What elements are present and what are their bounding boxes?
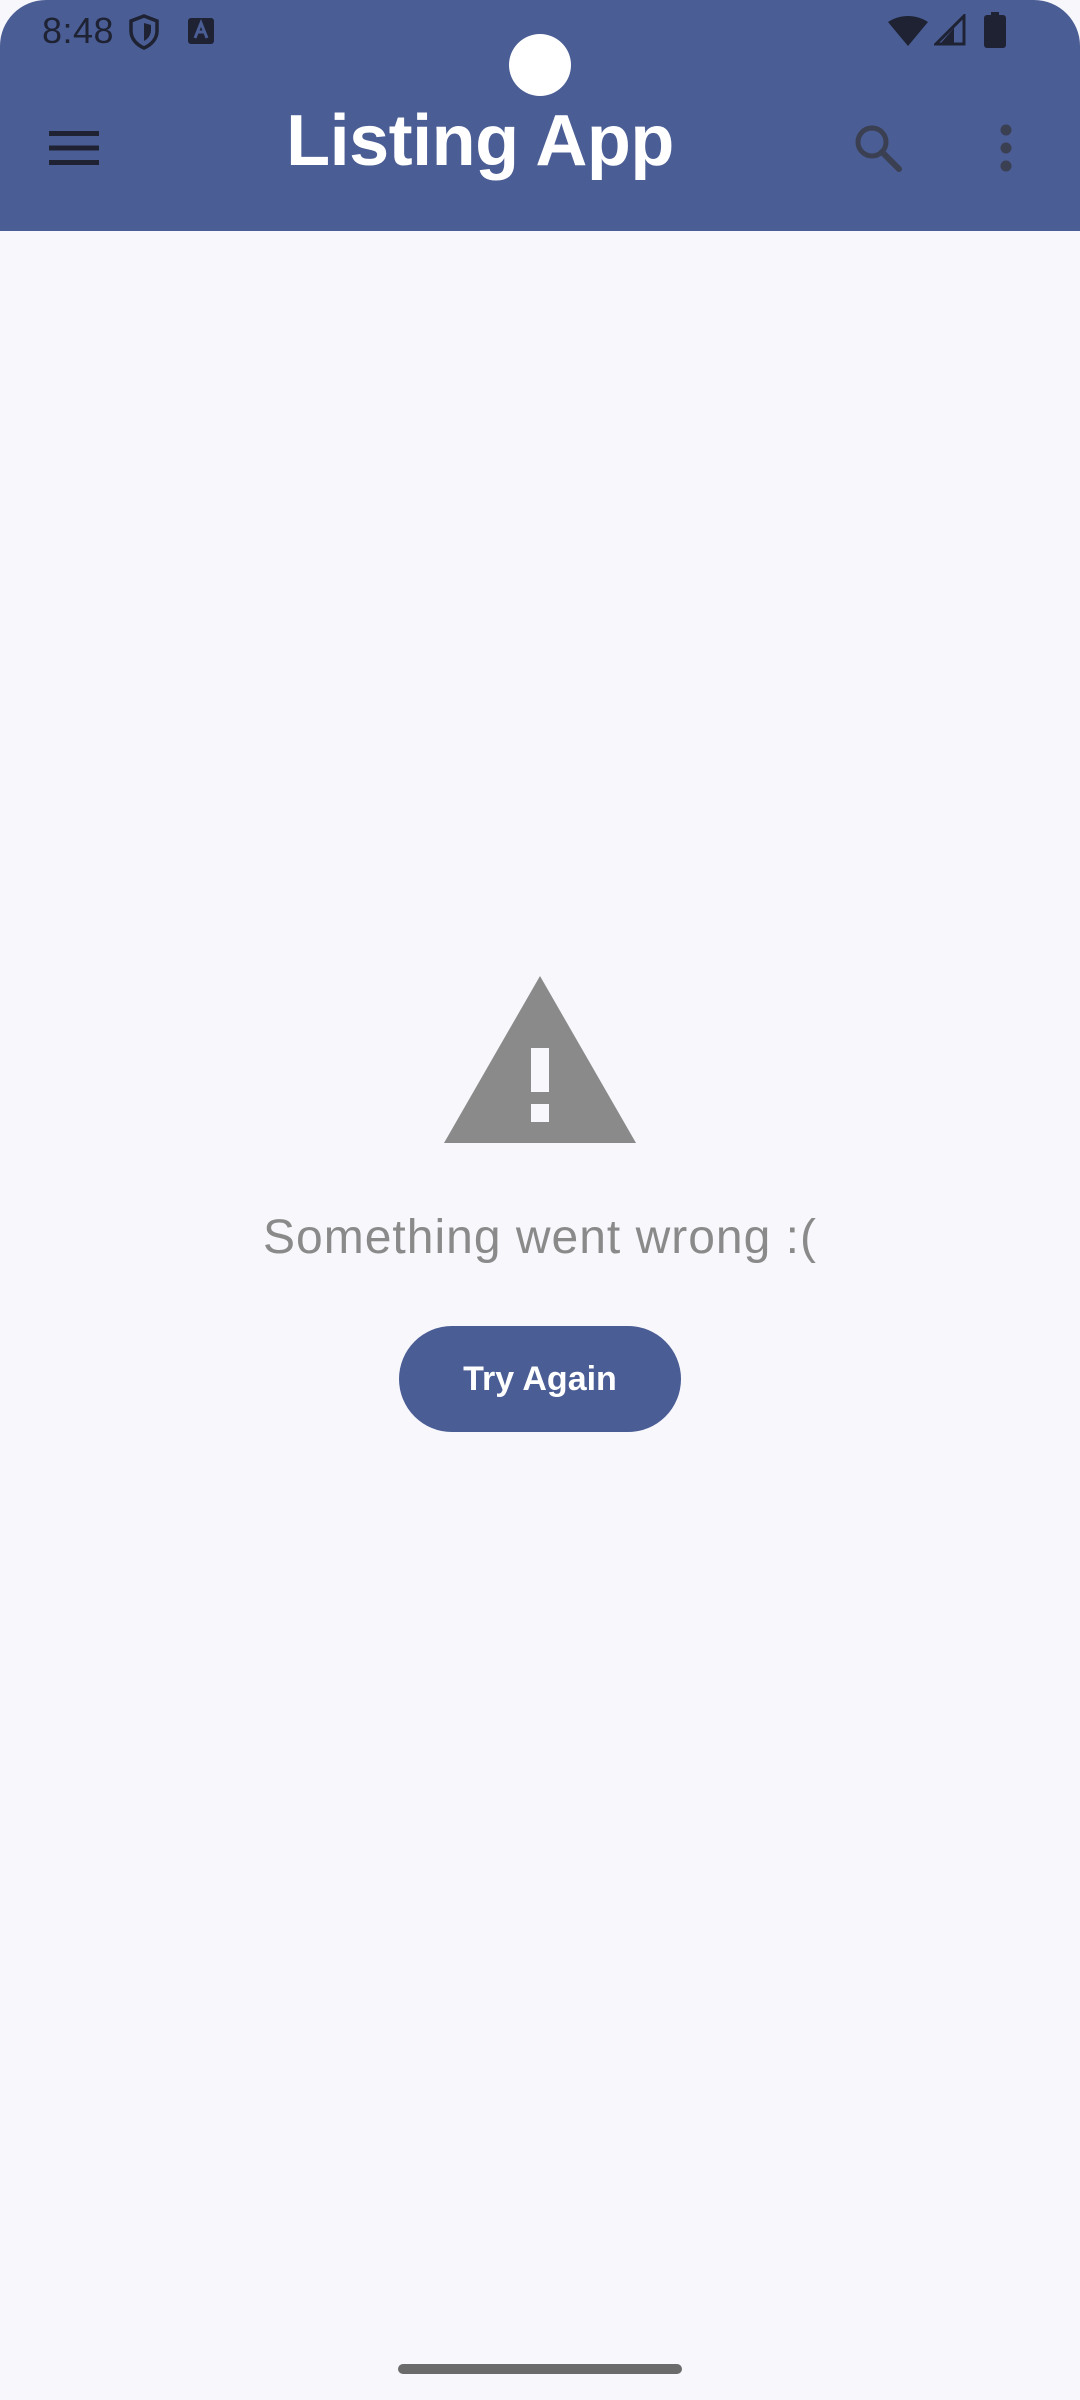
battery-icon [984,12,1006,48]
shield-icon [129,14,159,50]
search-button[interactable] [838,108,918,188]
app-title: Listing App [286,101,674,181]
home-indicator[interactable] [398,2364,682,2374]
more-vert-icon [1000,124,1012,172]
app-bar: 8:48 Listing App [0,0,1080,231]
try-again-button[interactable]: Try Again [399,1326,681,1432]
error-message: Something went wrong :( [263,1211,817,1264]
screen: 8:48 Listing App Something went wrong:(… [0,0,1080,2400]
status-time: 8:48 [42,10,115,51]
warning-icon [444,976,636,1143]
search-icon [855,125,902,172]
signal-icon [934,14,966,46]
camera-cutout [509,34,571,96]
more-options-button[interactable] [966,108,1046,188]
text-a-icon [188,18,214,44]
wifi-icon [888,16,928,46]
